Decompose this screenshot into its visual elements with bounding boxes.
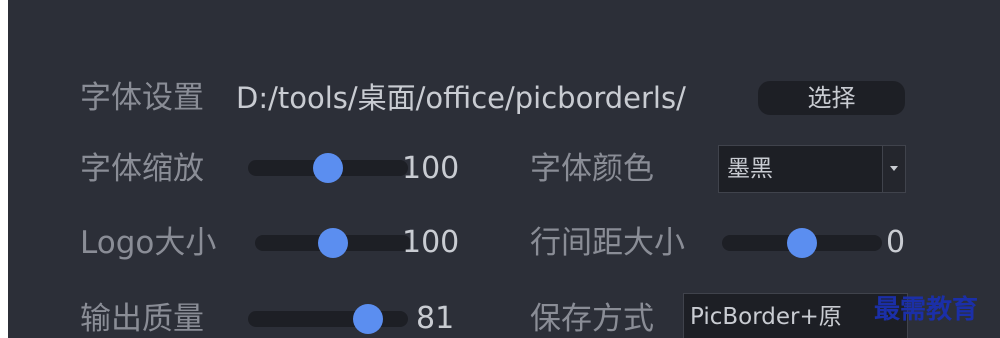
line-spacing-label: 行间距大小 bbox=[530, 225, 685, 261]
font-settings-label: 字体设置 bbox=[80, 80, 204, 116]
font-scale-label: 字体缩放 bbox=[80, 151, 204, 187]
line-spacing-slider[interactable] bbox=[722, 228, 882, 258]
watermark-logo: 最需教育 bbox=[874, 295, 979, 325]
logo-size-value: 100 bbox=[402, 225, 460, 260]
output-quality-slider-handle[interactable] bbox=[353, 304, 384, 334]
logo-size-slider-handle[interactable] bbox=[318, 228, 348, 258]
settings-panel: 字体设置 D:/tools/桌面/office/picborderls/ 选择 … bbox=[8, 0, 1000, 338]
save-mode-selected: PicBorder+原 bbox=[690, 304, 842, 330]
output-quality-value: 81 bbox=[416, 301, 455, 336]
font-color-select[interactable]: 墨黑 bbox=[718, 145, 906, 193]
chevron-down-icon[interactable] bbox=[882, 146, 905, 192]
logo-size-label: Logo大小 bbox=[80, 225, 217, 261]
font-color-selected: 墨黑 bbox=[727, 156, 773, 182]
save-mode-label: 保存方式 bbox=[530, 301, 654, 337]
font-path-text: D:/tools/桌面/office/picborderls/ bbox=[236, 81, 686, 115]
choose-button[interactable]: 选择 bbox=[758, 81, 905, 115]
logo-size-slider[interactable] bbox=[255, 228, 411, 258]
output-quality-label: 输出质量 bbox=[80, 301, 204, 337]
font-scale-slider-handle[interactable] bbox=[313, 153, 343, 183]
line-spacing-label-clip: 行间距大小 bbox=[530, 225, 700, 263]
line-spacing-value: 0 bbox=[886, 225, 906, 260]
font-scale-value: 100 bbox=[402, 151, 460, 186]
font-color-label: 字体颜色 bbox=[530, 151, 654, 187]
font-scale-slider[interactable] bbox=[248, 153, 408, 183]
output-quality-slider[interactable] bbox=[248, 304, 408, 334]
line-spacing-slider-handle[interactable] bbox=[787, 228, 817, 258]
